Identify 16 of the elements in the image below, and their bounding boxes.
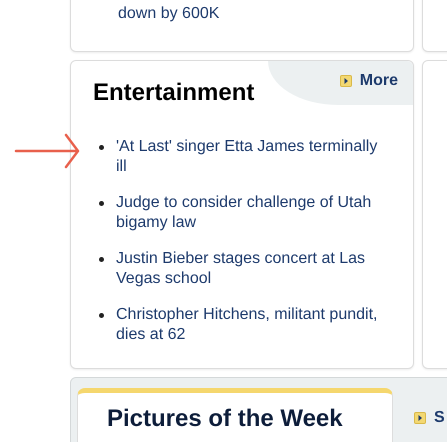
headline-link[interactable]: Christopher Hitchens, militant pundit, dies at 62 (116, 305, 391, 345)
section-link[interactable]: S (414, 409, 445, 427)
bullet-icon (99, 201, 104, 206)
headline-link[interactable]: Judge to consider challenge of Utah bigamy law (116, 193, 391, 233)
section-title: Entertainment (92, 78, 254, 107)
headline-link[interactable]: down by 600K (118, 4, 413, 24)
section-title: Pictures of the Week (106, 404, 344, 433)
play-icon (340, 75, 352, 87)
headline-link[interactable]: 'At Last' singer Etta James terminally ill (116, 137, 391, 177)
play-icon (414, 412, 426, 424)
arrow-drawing (14, 131, 82, 171)
more-link[interactable]: More (268, 61, 413, 105)
bullet-icon (99, 313, 104, 318)
bullet-icon (99, 257, 104, 262)
bullet-icon (99, 145, 104, 150)
headline-link[interactable]: Justin Bieber stages concert at Las Vegas school (116, 249, 391, 289)
